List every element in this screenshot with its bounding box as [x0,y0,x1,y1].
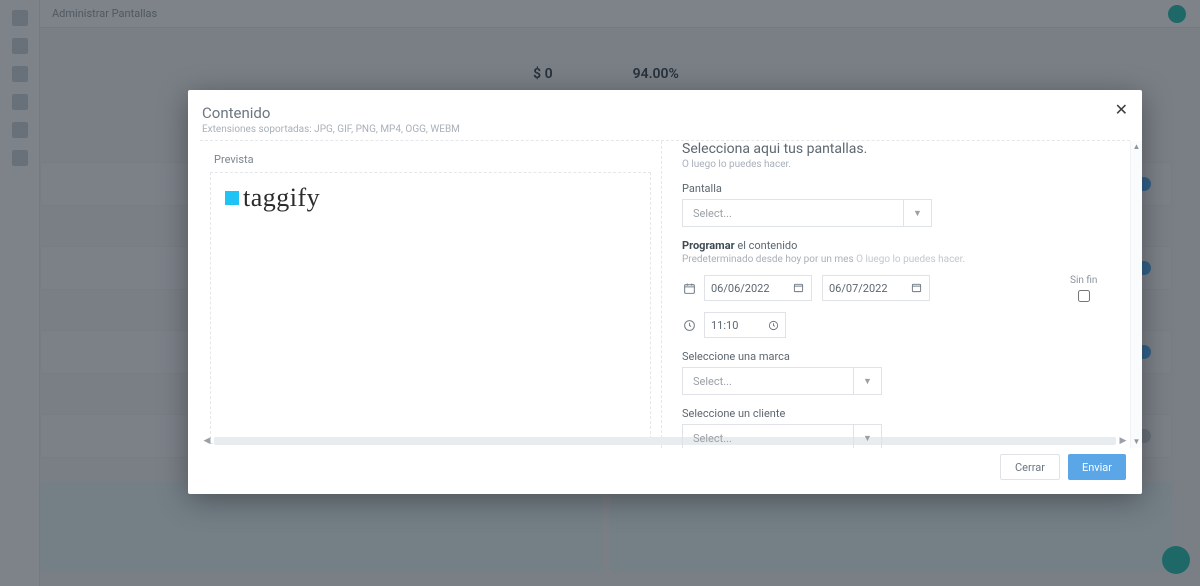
date-row: 06/06/2022 06/07/2022 [682,275,1124,302]
close-button[interactable]: Cerrar [1000,454,1060,480]
cliente-select[interactable]: Select... ▼ [682,424,882,448]
preview-column: Prevista taggify ◀ ▶ [200,141,662,448]
logo-text: taggify [243,183,320,213]
clock-icon [682,318,696,332]
cliente-label: Seleccione un cliente [682,407,1124,420]
sinfin-group: Sin fin [1070,275,1097,302]
modal-title: Contenido [202,104,460,122]
sinfin-checkbox[interactable] [1078,290,1090,302]
marca-select[interactable]: Select... ▼ [682,367,882,395]
date-from-value: 06/06/2022 [711,282,770,295]
preview-logo: taggify [225,183,320,213]
marca-label: Seleccione una marca [682,350,1124,363]
date-to-field[interactable]: 06/07/2022 [822,275,930,301]
screens-section-sub: O luego lo puedes hacer. [682,159,1124,170]
screens-section-title: Selecciona aqui tus pantallas. [682,141,1124,157]
form-column: Selecciona aqui tus pantallas. O luego l… [662,141,1142,448]
chevron-down-icon[interactable]: ▼ [903,200,931,226]
date-to-value: 06/07/2022 [829,282,888,295]
chevron-down-icon[interactable]: ▼ [853,425,881,448]
modal-footer: Cerrar Enviar [1000,454,1126,480]
time-value: 11:10 [711,319,738,332]
marca-value: Select... [683,375,853,388]
calendar-icon[interactable] [911,282,923,294]
chevron-down-icon[interactable]: ▼ [853,368,881,394]
scroll-left-icon[interactable]: ◀ [200,436,214,446]
modal-body: Prevista taggify ◀ ▶ Selecciona aqui tus… [200,140,1130,448]
pantalla-label: Pantalla [682,182,1124,195]
modal-header: Contenido Extensiones soportadas: JPG, G… [202,104,460,135]
close-icon[interactable]: ✕ [1115,100,1128,119]
pantalla-value: Select... [683,207,903,220]
calendar-icon [682,281,696,295]
sinfin-label: Sin fin [1070,275,1097,286]
programar-label: Programar el contenido [682,239,1124,252]
scroll-up-icon[interactable]: ▲ [1131,141,1142,153]
cliente-value: Select... [683,432,853,445]
form-vertical-scrollbar[interactable]: ▲ ▼ [1130,141,1142,448]
calendar-icon[interactable] [793,282,805,294]
time-field[interactable]: 11:10 [682,312,1124,338]
pantalla-select[interactable]: Select... ▼ [682,199,932,227]
clock-icon[interactable] [768,320,779,331]
scroll-down-icon[interactable]: ▼ [1131,436,1142,448]
preview-area[interactable]: taggify [210,172,651,444]
content-modal: ✕ Contenido Extensiones soportadas: JPG,… [188,90,1142,494]
programar-sub: Predeterminado desde hoy por un mes O lu… [682,254,1124,265]
submit-button[interactable]: Enviar [1068,454,1126,480]
modal-subtitle: Extensiones soportadas: JPG, GIF, PNG, M… [202,124,460,135]
logo-mark-icon [225,191,239,205]
preview-label: Prevista [200,141,661,172]
date-from-field[interactable]: 06/06/2022 [682,275,812,301]
